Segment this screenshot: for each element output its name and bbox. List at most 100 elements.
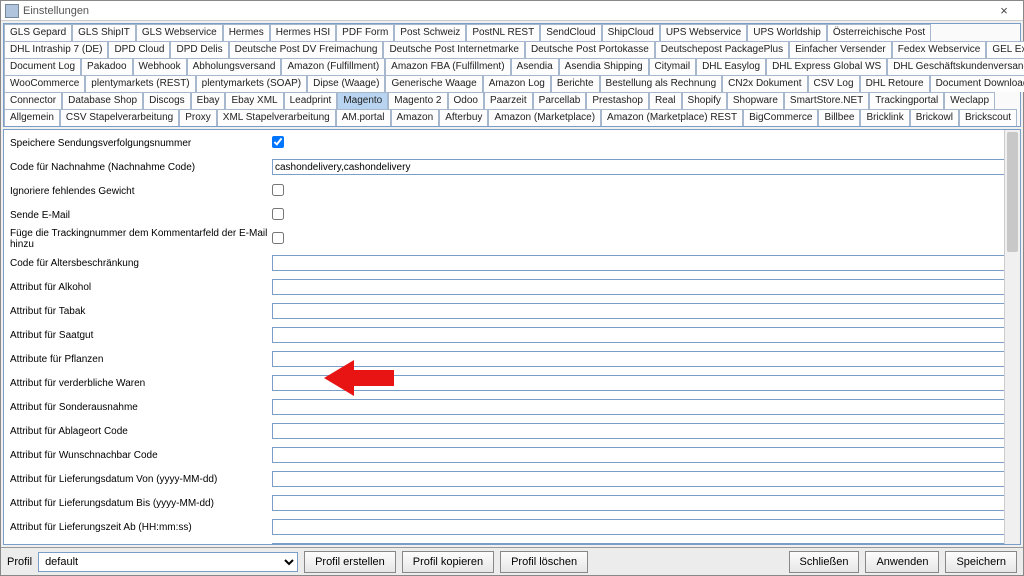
input-deliv-from[interactable] — [272, 471, 1014, 487]
tab-billbee[interactable]: Billbee — [818, 109, 860, 126]
tab-ebay[interactable]: Ebay — [191, 92, 226, 109]
tab-magento[interactable]: Magento — [337, 92, 388, 109]
btn-save[interactable]: Speichern — [945, 551, 1017, 573]
input-plants[interactable] — [272, 351, 1014, 367]
input-age-code[interactable] — [272, 255, 1014, 271]
scrollbar-thumb[interactable] — [1007, 132, 1018, 252]
tab-pdf-form[interactable]: PDF Form — [336, 24, 394, 41]
tab-xml-stapelverarbeitung[interactable]: XML Stapelverarbeitung — [217, 109, 336, 126]
tab-shipcloud[interactable]: ShipCloud — [602, 24, 660, 41]
tab-postnl-rest[interactable]: PostNL REST — [466, 24, 540, 41]
tab-generische-waage[interactable]: Generische Waage — [385, 75, 482, 92]
tab-parcellab[interactable]: Parcellab — [533, 92, 587, 109]
tab-bestellung-als-rechnung[interactable]: Bestellung als Rechnung — [600, 75, 723, 92]
input-dropoff[interactable] — [272, 423, 1014, 439]
tab-cn2x-dokument[interactable]: CN2x Dokument — [722, 75, 807, 92]
tab-afterbuy[interactable]: Afterbuy — [439, 109, 488, 126]
tab-deutschepost-packageplus[interactable]: Deutschepost PackagePlus — [655, 41, 789, 58]
input-cod-code[interactable] — [272, 159, 1014, 175]
tab-dhl-express-global-ws[interactable]: DHL Express Global WS — [766, 58, 887, 75]
input-time-to[interactable] — [272, 543, 1014, 545]
tab-trackingportal[interactable]: Trackingportal — [869, 92, 944, 109]
tab-asendia-shipping[interactable]: Asendia Shipping — [559, 58, 649, 75]
tab-discogs[interactable]: Discogs — [143, 92, 191, 109]
tab--sterreichische-post[interactable]: Österreichische Post — [827, 24, 931, 41]
input-alcohol[interactable] — [272, 279, 1014, 295]
input-neighbor[interactable] — [272, 447, 1014, 463]
profil-select[interactable]: default — [38, 552, 298, 572]
checkbox-tracking-save[interactable] — [272, 136, 284, 148]
tab-proxy[interactable]: Proxy — [179, 109, 217, 126]
tab-allgemein[interactable]: Allgemein — [4, 109, 60, 126]
btn-apply[interactable]: Anwenden — [865, 551, 939, 573]
tab-magento-2[interactable]: Magento 2 — [388, 92, 447, 109]
tab-gls-webservice[interactable]: GLS Webservice — [136, 24, 223, 41]
btn-profile-copy[interactable]: Profil kopieren — [402, 551, 494, 573]
tab-brickowl[interactable]: Brickowl — [910, 109, 959, 126]
tab-deutsche-post-internetmarke[interactable]: Deutsche Post Internetmarke — [383, 41, 525, 58]
tab-hermes-hsi[interactable]: Hermes HSI — [270, 24, 336, 41]
tab-hermes[interactable]: Hermes — [223, 24, 270, 41]
tab-connector[interactable]: Connector — [4, 92, 62, 109]
tab-gls-gepard[interactable]: GLS Gepard — [4, 24, 72, 41]
tab-dhl-retoure[interactable]: DHL Retoure — [860, 75, 930, 92]
tab-sendcloud[interactable]: SendCloud — [540, 24, 601, 41]
tab-brickscout[interactable]: Brickscout — [959, 109, 1017, 126]
tab-leadprint[interactable]: Leadprint — [284, 92, 338, 109]
tab-shopware[interactable]: Shopware — [727, 92, 784, 109]
tab-fedex-webservice[interactable]: Fedex Webservice — [892, 41, 987, 58]
btn-profile-delete[interactable]: Profil löschen — [500, 551, 588, 573]
tab-asendia[interactable]: Asendia — [511, 58, 559, 75]
tab-plentymarkets-soap-[interactable]: plentymarkets (SOAP) — [196, 75, 307, 92]
input-seed[interactable] — [272, 327, 1014, 343]
tab-prestashop[interactable]: Prestashop — [586, 92, 649, 109]
tab-document-log[interactable]: Document Log — [4, 58, 81, 75]
tab-berichte[interactable]: Berichte — [551, 75, 600, 92]
tab-ups-webservice[interactable]: UPS Webservice — [660, 24, 747, 41]
tab-ebay-xml[interactable]: Ebay XML — [225, 92, 283, 109]
tab-dpd-cloud[interactable]: DPD Cloud — [108, 41, 170, 58]
tab-weclapp[interactable]: Weclapp — [944, 92, 995, 109]
tab-dpd-delis[interactable]: DPD Delis — [170, 41, 228, 58]
tab-amazon-fba-fulfillment-[interactable]: Amazon FBA (Fulfillment) — [385, 58, 510, 75]
input-perishable[interactable] — [272, 375, 1014, 391]
tab-csv-stapelverarbeitung[interactable]: CSV Stapelverarbeitung — [60, 109, 179, 126]
tab-smartstore-net[interactable]: SmartStore.NET — [784, 92, 869, 109]
tab-amazon[interactable]: Amazon — [391, 109, 440, 126]
tab-dhl-intraship-7-de-[interactable]: DHL Intraship 7 (DE) — [4, 41, 108, 58]
input-time-from[interactable] — [272, 519, 1014, 535]
input-deliv-to[interactable] — [272, 495, 1014, 511]
tab-post-schweiz[interactable]: Post Schweiz — [394, 24, 466, 41]
tab-am-portal[interactable]: AM.portal — [336, 109, 391, 126]
tab-bigcommerce[interactable]: BigCommerce — [743, 109, 818, 126]
tab-amazon-marketplace-rest[interactable]: Amazon (Marketplace) REST — [601, 109, 743, 126]
tab-amazon-marketplace-[interactable]: Amazon (Marketplace) — [488, 109, 601, 126]
tab-document-downloader[interactable]: Document Downloader — [930, 75, 1024, 92]
btn-close[interactable]: Schließen — [789, 551, 860, 573]
tab-gls-shipit[interactable]: GLS ShipIT — [72, 24, 136, 41]
tab-einfacher-versender[interactable]: Einfacher Versender — [789, 41, 892, 58]
input-exception[interactable] — [272, 399, 1014, 415]
scrollbar[interactable] — [1004, 130, 1020, 544]
tab-amazon-log[interactable]: Amazon Log — [483, 75, 551, 92]
tab-real[interactable]: Real — [649, 92, 682, 109]
tab-abholungsversand[interactable]: Abholungsversand — [187, 58, 282, 75]
tab-pakadoo[interactable]: Pakadoo — [81, 58, 132, 75]
tab-paarzeit[interactable]: Paarzeit — [484, 92, 533, 109]
checkbox-ignore-weight[interactable] — [272, 184, 284, 196]
tab-gel-express[interactable]: GEL Express — [986, 41, 1024, 58]
tab-dipse-waage-[interactable]: Dipse (Waage) — [307, 75, 385, 92]
tab-citymail[interactable]: Citymail — [649, 58, 697, 75]
tab-dhl-easylog[interactable]: DHL Easylog — [696, 58, 766, 75]
tab-webhook[interactable]: Webhook — [133, 58, 187, 75]
tab-bricklink[interactable]: Bricklink — [860, 109, 909, 126]
tab-shopify[interactable]: Shopify — [682, 92, 727, 109]
tab-plentymarkets-rest-[interactable]: plentymarkets (REST) — [85, 75, 195, 92]
tab-database-shop[interactable]: Database Shop — [62, 92, 143, 109]
input-tobacco[interactable] — [272, 303, 1014, 319]
tab-woocommerce[interactable]: WooCommerce — [4, 75, 85, 92]
checkbox-tracking-comment[interactable] — [272, 232, 284, 244]
btn-profile-create[interactable]: Profil erstellen — [304, 551, 396, 573]
tab-odoo[interactable]: Odoo — [448, 92, 484, 109]
checkbox-send-email[interactable] — [272, 208, 284, 220]
